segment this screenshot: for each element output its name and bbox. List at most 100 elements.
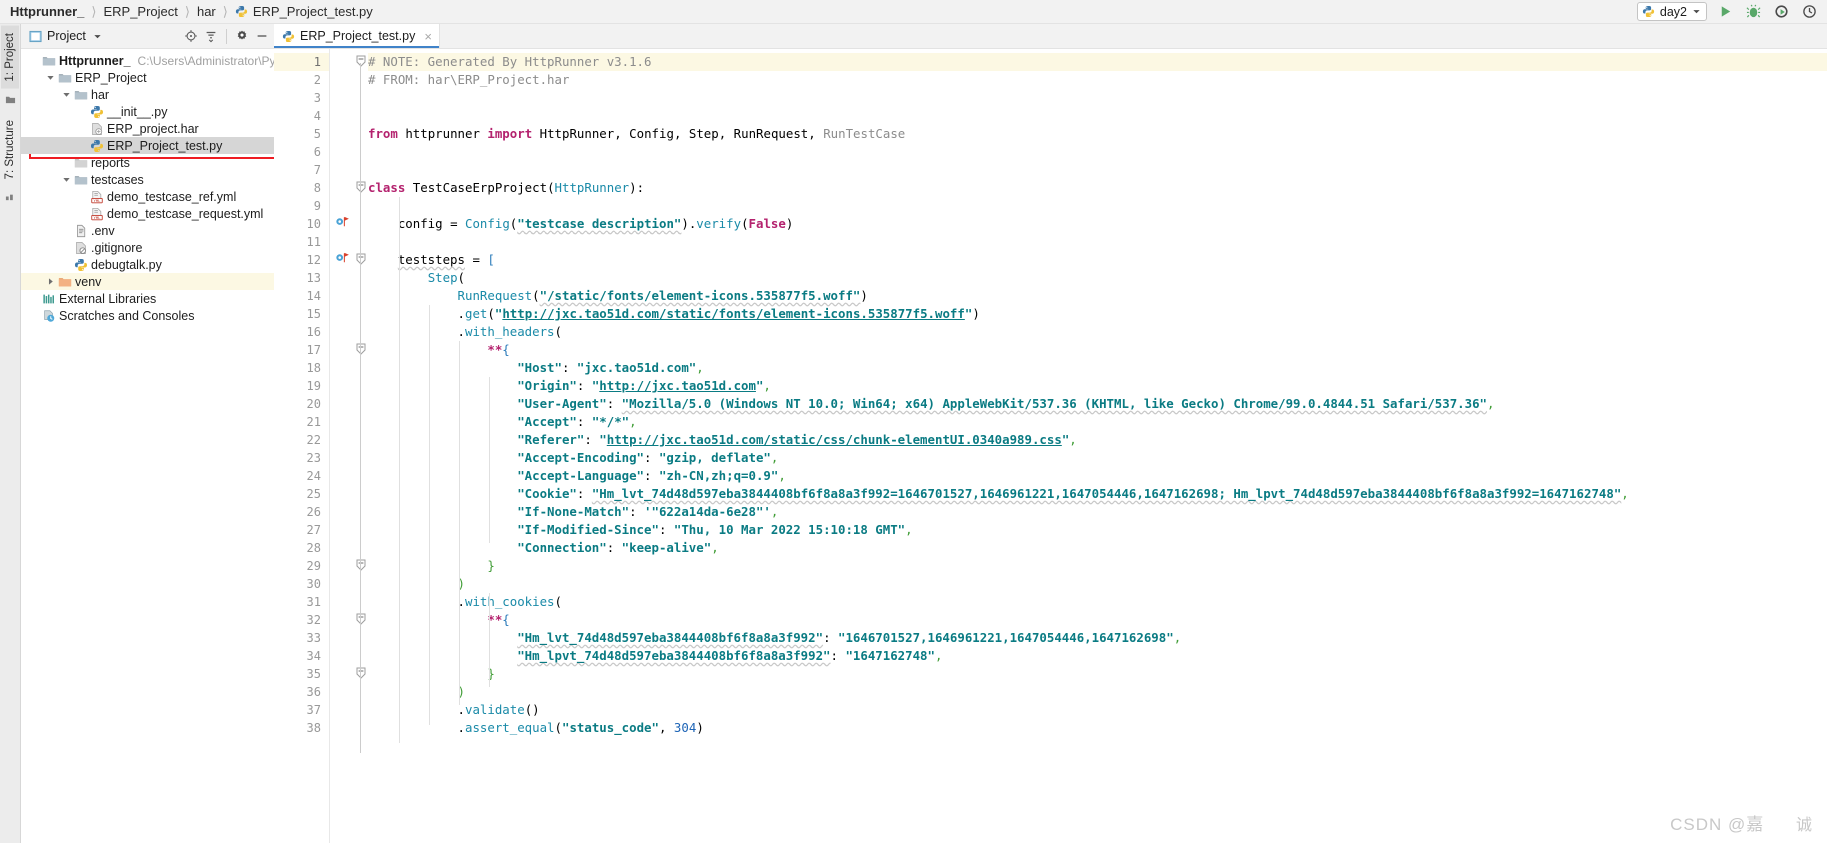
fold-marker-slot[interactable] — [354, 107, 368, 125]
code-line[interactable]: "If-Modified-Since": "Thu, 10 Mar 2022 1… — [368, 521, 1827, 539]
fold-marker-slot[interactable] — [354, 143, 368, 161]
fold-marker-slot[interactable] — [354, 683, 368, 701]
chevron-down-icon[interactable] — [61, 175, 72, 184]
code-line[interactable]: "Referer": "http://jxc.tao51d.com/static… — [368, 431, 1827, 449]
gutter-marker-slot[interactable] — [330, 125, 354, 143]
sidebar-item-structure-tab[interactable]: 7: Structure — [1, 113, 19, 186]
gutter-marker-slot[interactable] — [330, 503, 354, 521]
tree-row[interactable]: .gitignore — [21, 239, 274, 256]
gear-icon[interactable] — [234, 28, 250, 44]
code-line[interactable]: .validate() — [368, 701, 1827, 719]
gutter-marker-slot[interactable] — [330, 449, 354, 467]
code-line[interactable]: config = Config("testcase description").… — [368, 215, 1827, 233]
gutter-marker-slot[interactable] — [330, 629, 354, 647]
gutter-marker-slot[interactable] — [330, 305, 354, 323]
fold-marker-slot[interactable] — [354, 449, 368, 467]
code-line[interactable]: teststeps = [ — [368, 251, 1827, 269]
tree-row[interactable]: __init__.py — [21, 103, 274, 120]
code-line[interactable]: .assert_equal("status_code", 304) — [368, 719, 1827, 737]
code-line[interactable] — [368, 161, 1827, 179]
code-line[interactable]: .with_headers( — [368, 323, 1827, 341]
code-line[interactable] — [368, 197, 1827, 215]
gutter-marker-slot[interactable] — [330, 323, 354, 341]
tree-row[interactable]: venv — [21, 273, 274, 290]
fold-marker-slot[interactable] — [354, 89, 368, 107]
tree-row[interactable]: YML demo_testcase_ref.yml — [21, 188, 274, 205]
code-line[interactable]: } — [368, 665, 1827, 683]
code-line[interactable]: class TestCaseErpProject(HttpRunner): — [368, 179, 1827, 197]
code-line[interactable] — [368, 143, 1827, 161]
chevron-right-icon[interactable] — [45, 277, 56, 286]
gutter-marker-slot[interactable] — [330, 611, 354, 629]
code-line[interactable]: "If-None-Match": '"622a14da-6e28"', — [368, 503, 1827, 521]
fold-marker-slot[interactable] — [354, 341, 368, 359]
todo-icon[interactable] — [5, 191, 16, 205]
code-line[interactable]: "User-Agent": "Mozilla/5.0 (Windows NT 1… — [368, 395, 1827, 413]
gutter-marker-slot[interactable] — [330, 359, 354, 377]
gutter-marker-slot[interactable] — [330, 557, 354, 575]
fold-marker-slot[interactable] — [354, 665, 368, 683]
gutter-marker-slot[interactable] — [330, 701, 354, 719]
gutter-marker-slot[interactable] — [330, 665, 354, 683]
code-line[interactable] — [368, 107, 1827, 125]
editor-tab-erp-project-test[interactable]: ERP_Project_test.py × — [274, 24, 440, 48]
gutter-marker-slot[interactable] — [330, 71, 354, 89]
fold-marker-slot[interactable] — [354, 377, 368, 395]
fold-expand-icon[interactable] — [356, 559, 366, 574]
locate-icon[interactable] — [183, 28, 199, 44]
code-line[interactable] — [368, 89, 1827, 107]
tree-row[interactable]: YML demo_testcase_request.yml — [21, 205, 274, 222]
fold-marker-slot[interactable] — [354, 611, 368, 629]
fold-marker-slot[interactable] — [354, 251, 368, 269]
fold-marker-slot[interactable] — [354, 305, 368, 323]
run-icon[interactable] — [1717, 4, 1733, 20]
code-editor[interactable]: 1 2 3 4 5 6 7 8 9 10 11 12 13 14 15 16 17 18 19 20 21 22 23 24 2… — [274, 49, 1827, 843]
chevron-down-icon[interactable] — [90, 28, 106, 44]
project-tree[interactable]: Httprunner_ C:\Users\Administrator\Pychar… — [21, 49, 274, 843]
gutter-marker-slot[interactable] — [330, 683, 354, 701]
tree-row[interactable]: ERP_project.har — [21, 120, 274, 137]
fold-marker-slot[interactable] — [354, 179, 368, 197]
fold-marker-slot[interactable] — [354, 539, 368, 557]
gutter-marker-slot[interactable] — [330, 233, 354, 251]
gutter-marker-slot[interactable] — [330, 467, 354, 485]
fold-expand-icon[interactable] — [356, 55, 366, 70]
fold-marker-slot[interactable] — [354, 53, 368, 71]
tree-row[interactable]: reports — [21, 154, 274, 171]
gutter-marker-slot[interactable] — [330, 197, 354, 215]
gutter-marker-slot[interactable] — [330, 377, 354, 395]
gutter-marker-slot[interactable] — [330, 485, 354, 503]
code-line[interactable]: } — [368, 557, 1827, 575]
fold-marker-slot[interactable] — [354, 575, 368, 593]
fold-marker-slot[interactable] — [354, 287, 368, 305]
gutter-marker-slot[interactable] — [330, 575, 354, 593]
tree-row[interactable]: Scratches and Consoles — [21, 307, 274, 324]
tree-row[interactable]: ERP_Project — [21, 69, 274, 86]
code-line[interactable]: "Accept-Language": "zh-CN,zh;q=0.9", — [368, 467, 1827, 485]
gutter-marker-slot[interactable] — [330, 719, 354, 737]
gutter-marker-slot[interactable] — [330, 53, 354, 71]
code-line[interactable]: .get("http://jxc.tao51d.com/static/fonts… — [368, 305, 1827, 323]
code-line[interactable]: "Cookie": "Hm_lvt_74d48d597eba3844408bf6… — [368, 485, 1827, 503]
gutter-marker-slot[interactable] — [330, 251, 354, 269]
fold-marker-slot[interactable] — [354, 359, 368, 377]
tree-row[interactable]: ERP_Project_test.py — [21, 137, 274, 154]
gutter-marker-slot[interactable] — [330, 539, 354, 557]
gutter-marker-slot[interactable] — [330, 395, 354, 413]
fold-marker-slot[interactable] — [354, 503, 368, 521]
gutter-marker-slot[interactable] — [330, 431, 354, 449]
code-line[interactable] — [368, 233, 1827, 251]
gutter-marker-slot[interactable] — [330, 107, 354, 125]
gutter-marker-slot[interactable] — [330, 341, 354, 359]
code-line[interactable]: .with_cookies( — [368, 593, 1827, 611]
fold-marker-slot[interactable] — [354, 161, 368, 179]
favorites-icon[interactable] — [5, 94, 16, 108]
close-icon[interactable]: × — [424, 29, 432, 44]
fold-marker-slot[interactable] — [354, 125, 368, 143]
code-line[interactable]: # FROM: har\ERP_Project.har — [368, 71, 1827, 89]
fold-marker-slot[interactable] — [354, 413, 368, 431]
fold-marker-slot[interactable] — [354, 215, 368, 233]
fold-marker-slot[interactable] — [354, 557, 368, 575]
code-line[interactable]: ) — [368, 683, 1827, 701]
code-line[interactable]: ) — [368, 575, 1827, 593]
